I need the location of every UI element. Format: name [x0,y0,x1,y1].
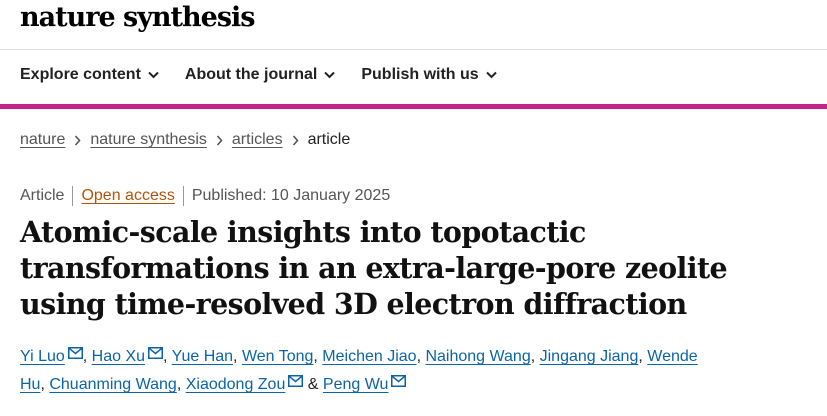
chevron-right-icon [292,134,299,146]
main-nav: Explore content About the journal Publis… [20,66,497,84]
chevron-right-icon [74,134,81,146]
meta-divider [72,186,74,206]
author-link[interactable]: Hao Xu [92,348,145,365]
chevron-down-icon [485,71,497,79]
article-type: Article [20,187,65,204]
author-link[interactable]: Yue Han [172,348,233,365]
author-separator: & [303,376,323,393]
author-separator: , [176,376,186,393]
chevron-down-icon [148,71,159,79]
author-link[interactable]: Wen Tong [242,348,313,365]
breadcrumb-current: article [307,131,351,148]
author-separator: , [40,376,50,393]
nav-publish-with-us[interactable]: Publish with us [361,66,497,84]
author-separator: , [233,348,242,365]
author-separator: , [163,348,172,365]
email-icon[interactable] [288,375,304,387]
author-link[interactable]: Xiaodong Zou [186,376,286,393]
breadcrumb-link-nature-synthesis[interactable]: nature synthesis [90,131,207,149]
article-meta: Article Open access Published: 10 Januar… [20,186,390,206]
site-logo[interactable]: nature synthesis [20,2,255,33]
nav-item-label: Explore content [20,66,141,83]
author-link[interactable]: Peng Wu [323,376,389,393]
author-separator: , [82,348,92,365]
author-link[interactable]: Naihong Wang [425,348,530,365]
author-separator: , [313,348,323,365]
email-icon[interactable] [67,347,83,359]
published-date: Published: 10 January 2025 [191,187,391,204]
author-separator: , [530,348,540,365]
author-list: Yi Luo, Hao Xu, Yue Han, Wen Tong, Meich… [20,343,810,399]
chevron-right-icon [216,134,223,146]
author-separator: , [638,348,648,365]
email-icon[interactable] [391,375,407,387]
author-link[interactable]: Meichen Jiao [322,348,416,365]
meta-divider [182,186,184,206]
breadcrumb-link-nature[interactable]: nature [20,131,65,149]
breadcrumb-link-articles[interactable]: articles [232,131,283,149]
header-divider [0,49,827,50]
article-title: Atomic-scale insights into topotactic tr… [20,215,728,321]
chevron-down-icon [324,71,336,79]
nav-item-label: Publish with us [361,66,479,83]
author-link[interactable]: Jingang Jiang [540,348,639,365]
nav-explore-content[interactable]: Explore content [20,66,159,84]
author-link[interactable]: Yi Luo [20,348,65,365]
open-access-link[interactable]: Open access [81,187,174,205]
author-link[interactable]: Chuanming Wang [49,376,176,393]
breadcrumb: nature nature synthesis articles article [20,131,350,149]
nav-item-label: About the journal [184,66,318,83]
nav-accent-bar [0,104,827,109]
nav-about-journal[interactable]: About the journal [184,66,336,84]
email-icon[interactable] [148,347,164,359]
